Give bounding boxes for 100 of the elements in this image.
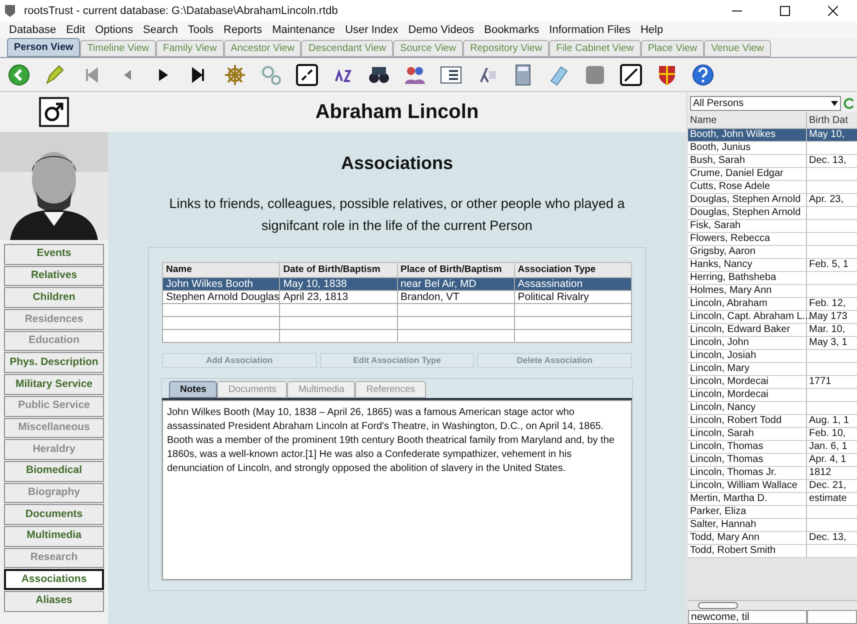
horizontal-scrollbar[interactable] [688,600,857,610]
person-row[interactable]: Lincoln, Josiah [688,350,857,363]
close-icon [828,6,838,16]
table-row[interactable]: Stephen Arnold Douglas April 23, 1813 Brandon, VT Political Rivalry [162,290,632,304]
person-name: Abraham Lincoln [315,100,479,125]
person-row[interactable]: Douglas, Stephen Arnold [688,207,857,220]
input-field[interactable] [807,610,857,624]
person-row[interactable]: Lincoln, Thomas Jan. 6, 1 [688,441,857,454]
menu-item[interactable]: Demo Videos [403,22,480,38]
column-header[interactable]: Association Type [514,262,632,278]
menu-item[interactable]: Bookmarks [479,22,544,38]
section-button[interactable]: Relatives [4,266,104,286]
person-row[interactable]: Bush, Sarah Dec. 13, [688,155,857,168]
person-row[interactable]: Parker, Eliza [688,506,857,519]
person-row[interactable]: Lincoln, Mary [688,363,857,376]
person-row[interactable]: Douglas, Stephen Arnold Apr. 23, [688,194,857,207]
notes-text: John Wilkes Booth (May 10, 1838 – April 26, 1865) was a famous American stage actor who assassinated President Abraham Lincoln at Ford's Theatre, in Washington, D.C., on April 14, 1865. Booth was a member of the prominent 19th century Booth theatrical family from Maryland and, by the 1860s, was a well-known actor.[1] He was also a Confederate sympathizer, vehement in his denunciation of Lincoln, and strongly opposed the abolition of slavery in the United States. [167,406,616,476]
person-name-cell: Todd, Mary Ann [688,532,807,544]
birth-date-cell-text: Dec. 13, [808,155,846,167]
birth-date-cell-text: Feb. 10, [808,428,846,440]
filter-dropdown[interactable]: All Persons [690,96,841,110]
birth-date-cell-text: Apr. 23, [808,194,844,206]
person-row[interactable]: Lincoln, Thomas Apr. 4, 1 [688,454,857,467]
person-name-cell: Lincoln, Thomas Jr. [688,467,807,479]
column-header[interactable]: Name [688,112,807,128]
section-button[interactable]: Phys. Description [4,352,104,374]
person-row[interactable]: Lincoln, Edward Baker Mar. 10, [688,324,857,337]
person-name-cell: Flowers, Rebecca [688,233,807,245]
person-name-cell: Booth, John Wilkes [688,129,807,141]
person-name-cell: Lincoln, Edward Baker [688,324,807,336]
person-row[interactable]: Lincoln, Thomas Jr. 1812 [688,467,857,480]
person-row[interactable]: Lincoln, Sarah Feb. 10, [688,428,857,441]
menu-item[interactable]: Reports [218,22,268,38]
male-icon[interactable] [39,97,69,127]
person-row[interactable]: Lincoln, Mordecai [688,389,857,402]
person-row[interactable]: Mertin, Martha D. estimate [688,493,857,506]
person-row[interactable]: Lincoln, John May 3, 1 [688,337,857,350]
birth-date-cell-text: Apr. 4, 1 [808,454,846,466]
refresh-icon[interactable] [843,96,855,110]
section-button[interactable]: Multimedia [4,526,104,547]
person-name-cell: Crume, Daniel Edgar [688,168,807,180]
menu-item[interactable]: Edit [61,22,90,38]
view-tab[interactable]: Person View [7,38,80,57]
section-button[interactable]: Aliases [4,591,104,612]
section-button[interactable]: Children [4,287,104,308]
birth-date-cell-text: Aug. 1, 1 [808,415,850,427]
table-cell: April 23, 1813 [283,291,348,304]
person-row[interactable]: Booth, Junius [688,142,857,155]
person-row[interactable]: Crume, Daniel Edgar [688,168,857,181]
person-row[interactable]: Grigsby, Aaron [688,246,857,259]
menu-item[interactable]: Database [4,22,62,38]
notes-area[interactable] [162,400,632,580]
table-cell: May 10, 1838 [283,278,347,290]
person-row[interactable]: Lincoln, Capt. Abraham L...May 173 [688,311,857,324]
section-button[interactable]: Events [4,244,104,265]
person-row[interactable]: Lincoln, Mordecai 1771 [688,376,857,389]
person-row[interactable]: Salter, Hannah [688,519,857,532]
person-name-cell: Lincoln, Nancy [688,402,807,414]
table-cell: John Wilkes Booth [166,278,253,290]
person-row[interactable]: Hanks, Nancy Feb. 5, 1 [688,259,857,272]
column-header[interactable]: Date of Birth/Baptism [280,262,397,278]
menu-item[interactable]: Maintenance [267,22,340,38]
person-name-cell: Hanks, Nancy [688,259,807,271]
person-row[interactable]: Lincoln, Abraham Feb. 12, [688,298,857,311]
table-cell: near Bel Air, MD [400,278,476,290]
person-row[interactable]: Lincoln, Robert Todd Aug. 1, 1 [688,415,857,428]
column-header[interactable]: Name [162,262,280,278]
person-row[interactable]: Lincoln, William Wallace Dec. 21, [688,480,857,493]
person-name-cell: Fisk, Sarah [688,220,807,232]
menu-item[interactable]: User Index [340,22,404,38]
person-row[interactable]: Fisk, Sarah [688,220,857,233]
menu-item[interactable]: Help [635,22,668,38]
notes-tab[interactable]: Notes [169,381,218,398]
person-row[interactable]: Todd, Mary Ann Dec. 13, [688,532,857,545]
column-header[interactable]: Place of Birth/Baptism [397,262,514,278]
person-row[interactable]: Holmes, Mary Ann [688,285,857,298]
person-name-cell: Cutts, Rose Adele [688,181,807,193]
person-name-cell: Douglas, Stephen Arnold [688,194,807,206]
person-row[interactable]: Cutts, Rose Adele [688,181,857,194]
person-name-cell: Douglas, Stephen Arnold [688,207,807,219]
person-name-cell: Mertin, Martha D. [688,493,807,505]
section-button[interactable]: Biomedical [4,460,104,482]
search-field[interactable]: newcome, til [688,610,807,624]
section-button[interactable]: Documents [4,504,104,525]
person-name-cell: Booth, Junius [688,142,807,154]
birth-date-cell-text: Mar. 10, [808,324,846,336]
menu-item[interactable]: Information Files [544,22,636,38]
menu-item[interactable]: Tools [182,22,219,38]
person-row[interactable]: Booth, John Wilkes May 10, [688,129,857,142]
person-row[interactable]: Lincoln, Nancy [688,402,857,415]
section-button[interactable]: Military Service [4,374,104,395]
menu-item[interactable]: Search [138,22,183,38]
table-row[interactable]: John Wilkes Booth May 10, 1838 near Bel Air, MD Assassination [162,278,632,291]
app-icon [4,4,16,18]
section-button[interactable]: Associations [4,569,104,590]
menu-item[interactable]: Options [90,22,138,38]
column-header[interactable]: Birth Dat [807,112,857,128]
person-row[interactable]: Herring, Bathsheba [688,272,857,285]
person-row[interactable]: Flowers, Rebecca [688,233,857,246]
person-name-cell: Lincoln, Abraham [688,298,807,310]
